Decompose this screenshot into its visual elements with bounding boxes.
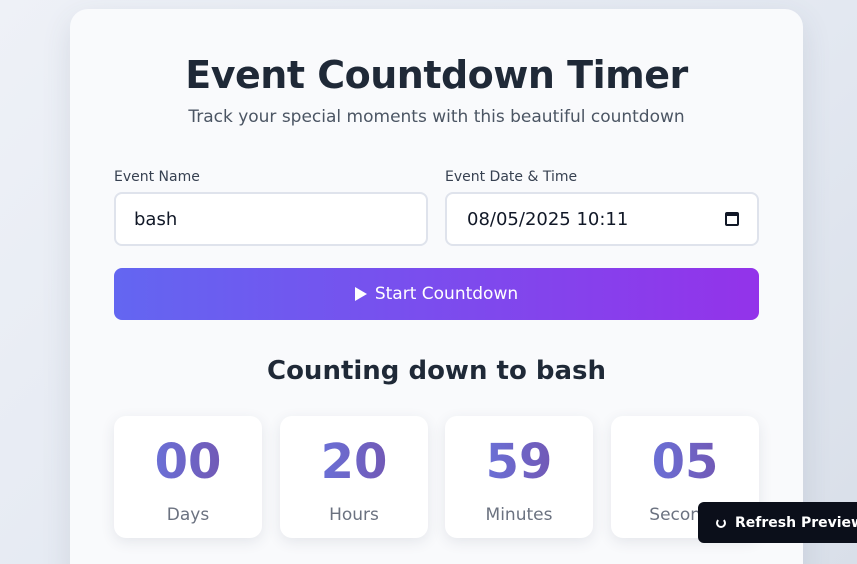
event-name-input[interactable]: bash bbox=[114, 192, 428, 246]
event-name-label: Event Name bbox=[114, 169, 200, 185]
page-title: Event Countdown Timer bbox=[185, 53, 688, 97]
countdown-heading: Counting down to bash bbox=[266, 356, 606, 386]
event-date-value: 08/05/2025 10:11 bbox=[467, 208, 629, 230]
refresh-preview-button[interactable]: Refresh Preview bbox=[698, 502, 857, 543]
minutes-label: Minutes bbox=[485, 505, 553, 525]
days-value: 00 bbox=[114, 434, 262, 490]
hours-value: 20 bbox=[280, 434, 428, 490]
event-date-input[interactable]: 08/05/2025 10:11 bbox=[445, 192, 759, 246]
seconds-value: 05 bbox=[611, 434, 759, 490]
hours-label: Hours bbox=[329, 505, 379, 525]
days-tile: 00 Days bbox=[114, 416, 262, 538]
hours-tile: 20 Hours bbox=[280, 416, 428, 538]
minutes-tile: 59 Minutes bbox=[445, 416, 593, 538]
start-countdown-label: Start Countdown bbox=[374, 284, 519, 304]
start-countdown-button[interactable]: Start Countdown bbox=[114, 268, 759, 320]
minutes-value: 59 bbox=[445, 434, 593, 490]
play-icon bbox=[354, 287, 367, 301]
calendar-icon[interactable] bbox=[725, 212, 739, 226]
page-subtitle: Track your special moments with this bea… bbox=[188, 107, 685, 127]
refresh-icon bbox=[716, 517, 726, 528]
event-date-label: Event Date & Time bbox=[445, 169, 578, 185]
refresh-preview-label: Refresh Preview bbox=[735, 514, 857, 531]
event-name-value: bash bbox=[134, 208, 178, 230]
countdown-card: Event Countdown Timer Track your special… bbox=[70, 9, 803, 564]
days-label: Days bbox=[166, 505, 210, 525]
